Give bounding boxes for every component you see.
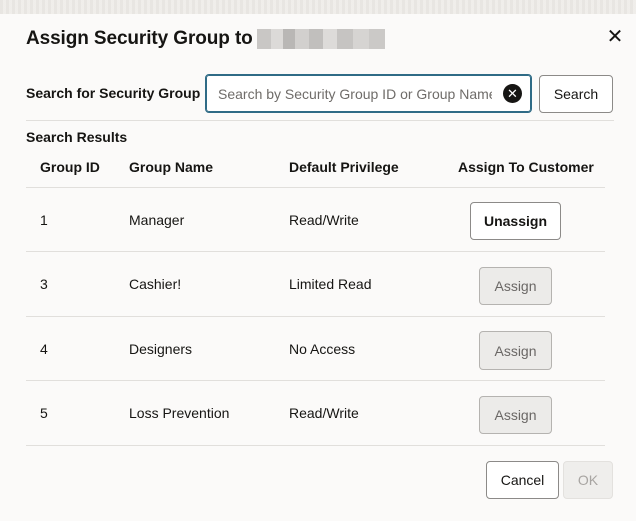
ok-button[interactable]: OK xyxy=(563,461,613,499)
unassign-button[interactable]: Unassign xyxy=(470,202,561,240)
dialog-title: Assign Security Group to xyxy=(26,28,253,49)
close-icon[interactable]: ✕ xyxy=(606,27,624,47)
group-name-cell: Designers xyxy=(129,341,193,357)
group-name-cell: Cashier! xyxy=(129,276,182,292)
column-header-default-privilege: Default Privilege xyxy=(289,159,399,175)
clear-search-icon[interactable]: ✕ xyxy=(503,84,522,103)
background-strip xyxy=(0,0,636,14)
group-id-cell: 3 xyxy=(40,276,48,292)
row-divider xyxy=(26,316,605,317)
default-privilege-cell: Limited Read xyxy=(289,276,372,292)
group-name-cell: Loss Prevention xyxy=(129,405,230,421)
divider xyxy=(26,120,614,121)
dialog-title-row: Assign Security Group to xyxy=(26,26,385,52)
row-divider xyxy=(26,251,605,252)
group-id-cell: 5 xyxy=(40,405,48,421)
column-header-group-id: Group ID xyxy=(40,159,100,175)
column-header-group-name: Group Name xyxy=(129,159,214,175)
group-name-cell: Manager xyxy=(129,212,185,228)
default-privilege-cell: Read/Write xyxy=(289,405,359,421)
assign-button[interactable]: Assign xyxy=(479,331,552,370)
group-id-cell: 1 xyxy=(40,212,48,228)
search-label: Search for Security Group xyxy=(26,85,201,101)
redacted-customer-name xyxy=(256,29,385,49)
table-header-divider xyxy=(26,187,605,188)
assign-button[interactable]: Assign xyxy=(479,267,552,305)
row-divider xyxy=(26,380,605,381)
default-privilege-cell: No Access xyxy=(289,341,356,357)
search-input[interactable] xyxy=(216,84,494,104)
assign-button[interactable]: Assign xyxy=(479,396,552,434)
group-id-cell: 4 xyxy=(40,341,48,357)
row-divider xyxy=(26,445,605,446)
search-button[interactable]: Search xyxy=(539,75,613,113)
column-header-assign-to-customer: Assign To Customer xyxy=(458,159,594,175)
search-field: ✕ xyxy=(205,74,532,113)
search-results-label: Search Results xyxy=(26,129,128,145)
default-privilege-cell: Read/Write xyxy=(289,212,359,228)
cancel-button[interactable]: Cancel xyxy=(486,461,559,499)
